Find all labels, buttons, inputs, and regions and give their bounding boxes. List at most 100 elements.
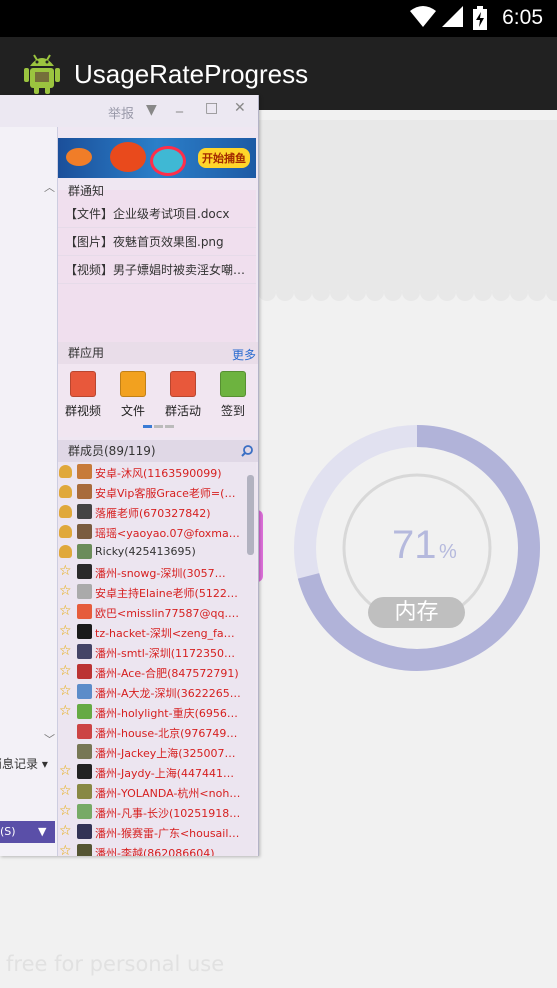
app-checkin[interactable]: 签到: [213, 371, 253, 419]
member-name: Ricky(425413695): [95, 545, 196, 558]
qq-group-window[interactable]: 举报 ▼ _ □ ✕ ︿ ﹀ 消息记录 ▾ (S) ▼ 开始捕鱼 群通知 【文件】…: [0, 95, 259, 856]
vip-star-icon: ☆: [59, 563, 72, 579]
wave-scallop: [474, 283, 492, 301]
app-label: 群活动: [164, 404, 201, 418]
avatar: [77, 564, 92, 579]
member-name: 潘州-Jackey上海(325007080): [95, 747, 241, 760]
member-row[interactable]: ☆ 潘州-smtl-深圳(1172350020): [58, 642, 246, 662]
notice-item[interactable]: 【文件】企业级考试项目.docx: [58, 201, 256, 228]
apps-title: 群应用: [58, 342, 258, 364]
minimize-icon[interactable]: _: [176, 97, 183, 113]
send-dropdown-icon[interactable]: ▼: [38, 821, 46, 843]
member-row[interactable]: ☆ 潘州-A大龙-深圳(3622265…: [58, 682, 246, 702]
vip-star-icon: ☆: [59, 583, 72, 599]
message-history-label: 消息记录: [0, 757, 39, 771]
member-row[interactable]: ☆ 潘州-snowg-深圳(3057…: [58, 562, 246, 582]
maximize-icon[interactable]: □: [205, 100, 218, 116]
member-row[interactable]: ☆ 潘州-凡事-长沙(1025191869): [58, 802, 246, 822]
member-name: 欧巴<misslin77587@qq.com>: [95, 607, 241, 620]
member-row[interactable]: 安卓-沐风(1163590099): [58, 462, 246, 482]
ad-banner[interactable]: 开始捕鱼: [58, 138, 256, 178]
members-title: 群成员(89/119): [58, 440, 258, 462]
fish-graphic: [150, 146, 186, 176]
member-search-icon[interactable]: [241, 445, 253, 457]
app-label: 签到: [220, 404, 245, 418]
wave-scallop: [492, 283, 510, 301]
member-name: 潘州-猴赛雷-广东<housaill…: [95, 827, 241, 840]
avatar: [77, 584, 92, 599]
wave-scallop: [366, 283, 384, 301]
member-row[interactable]: ☆ 潘州-李越(862086604): [58, 842, 246, 856]
wave-scallop: [420, 283, 438, 301]
wave-edge: [258, 278, 557, 301]
app-group-activity[interactable]: 群活动: [163, 371, 203, 419]
notice-item[interactable]: 【视频】男子嫖娼时被卖淫女嘲笑…: [58, 257, 256, 284]
dropdown-icon[interactable]: ▼: [146, 102, 157, 118]
app-label: 群视频: [64, 404, 101, 418]
member-row[interactable]: ☆ 潘州-猴赛雷-广东<housaill…: [58, 822, 246, 842]
member-row[interactable]: 潘州-Jackey上海(325007080): [58, 742, 246, 762]
send-button[interactable]: (S) ▼: [0, 821, 55, 843]
member-row[interactable]: ☆ 潘州-Ace-合肥(847572791): [58, 662, 246, 682]
gauge-label: 内存: [368, 597, 465, 628]
vip-star-icon: ☆: [59, 663, 72, 679]
member-name: 安卓主持Elaine老师(51229…: [95, 587, 241, 600]
member-scrollbar[interactable]: [247, 475, 254, 555]
app-label: 文件: [120, 404, 145, 418]
close-icon[interactable]: ✕: [234, 100, 246, 116]
report-link[interactable]: 举报: [108, 103, 134, 122]
wave-scallop: [384, 283, 402, 301]
member-row[interactable]: Ricky(425413695): [58, 542, 246, 562]
member-row[interactable]: 潘州-house-北京(976749139): [58, 722, 246, 742]
member-row[interactable]: 落雁老师(670327842): [58, 502, 246, 522]
page-dot: [165, 425, 174, 428]
wave-scallop: [258, 283, 276, 301]
fish-graphic: [110, 142, 146, 172]
message-history-link[interactable]: 消息记录 ▾: [0, 755, 48, 772]
status-time: 6:05: [502, 6, 543, 29]
wave-scallop: [438, 283, 456, 301]
wave-scallop: [528, 283, 546, 301]
send-button-label: (S): [0, 825, 16, 838]
admin-user-icon: [59, 525, 72, 538]
app-files[interactable]: 文件: [113, 371, 153, 419]
member-name: 落雁老师(670327842): [95, 507, 211, 520]
watermark: free for personal use: [6, 952, 225, 976]
member-name: 潘州-李越(862086604): [95, 847, 215, 856]
wave-scallop: [456, 283, 474, 301]
window-titlebar[interactable]: 举报 ▼ _ □ ✕: [0, 95, 258, 127]
vip-star-icon: ☆: [59, 803, 72, 819]
app-group-video[interactable]: 群视频: [63, 371, 103, 419]
member-name: 潘州-snowg-深圳(3057…: [95, 567, 226, 580]
fish-graphic: [66, 148, 92, 166]
status-bar: 6:05: [0, 0, 557, 37]
collapse-down-icon[interactable]: ﹀: [44, 731, 55, 747]
member-name: 瑶瑶<yaoyao.07@foxmail.…: [95, 527, 241, 540]
vip-star-icon: ☆: [59, 603, 72, 619]
member-row[interactable]: ☆ 潘州-Jaydy-上海(447441601): [58, 762, 246, 782]
member-row[interactable]: 安卓Vip客服Grace老师=(1…: [58, 482, 246, 502]
member-row[interactable]: ☆ 潘州-YOLANDA-杭州<noht…: [58, 782, 246, 802]
avatar: [77, 804, 92, 819]
member-row[interactable]: ☆ 安卓主持Elaine老师(51229…: [58, 582, 246, 602]
avatar: [77, 624, 92, 639]
ad-start-button[interactable]: 开始捕鱼: [198, 148, 250, 168]
member-name: 潘州-house-北京(976749139): [95, 727, 241, 740]
vip-star-icon: ☆: [59, 823, 72, 839]
admin-user-icon: [59, 485, 72, 498]
member-name: 安卓Vip客服Grace老师=(1…: [95, 487, 241, 500]
more-apps-link[interactable]: 更多: [232, 346, 256, 363]
notice-item[interactable]: 【图片】夜魅首页效果图.png: [58, 229, 256, 256]
member-row[interactable]: 瑶瑶<yaoyao.07@foxmail.…: [58, 522, 246, 542]
member-name: 潘州-holylight-重庆(695686…: [95, 707, 241, 720]
battery-icon: [473, 6, 487, 30]
folder-icon: [120, 371, 146, 397]
collapse-up-icon[interactable]: ︿: [44, 179, 55, 195]
member-name: 潘州-Ace-合肥(847572791): [95, 667, 239, 680]
member-row[interactable]: ☆ 欧巴<misslin77587@qq.com>: [58, 602, 246, 622]
avatar: [77, 664, 92, 679]
member-row[interactable]: ☆ tz-hacket-深圳<zeng_fans…: [58, 622, 246, 642]
notice-title: 群通知: [68, 184, 105, 198]
wave-scallop: [312, 283, 330, 301]
member-row[interactable]: ☆ 潘州-holylight-重庆(695686…: [58, 702, 246, 722]
